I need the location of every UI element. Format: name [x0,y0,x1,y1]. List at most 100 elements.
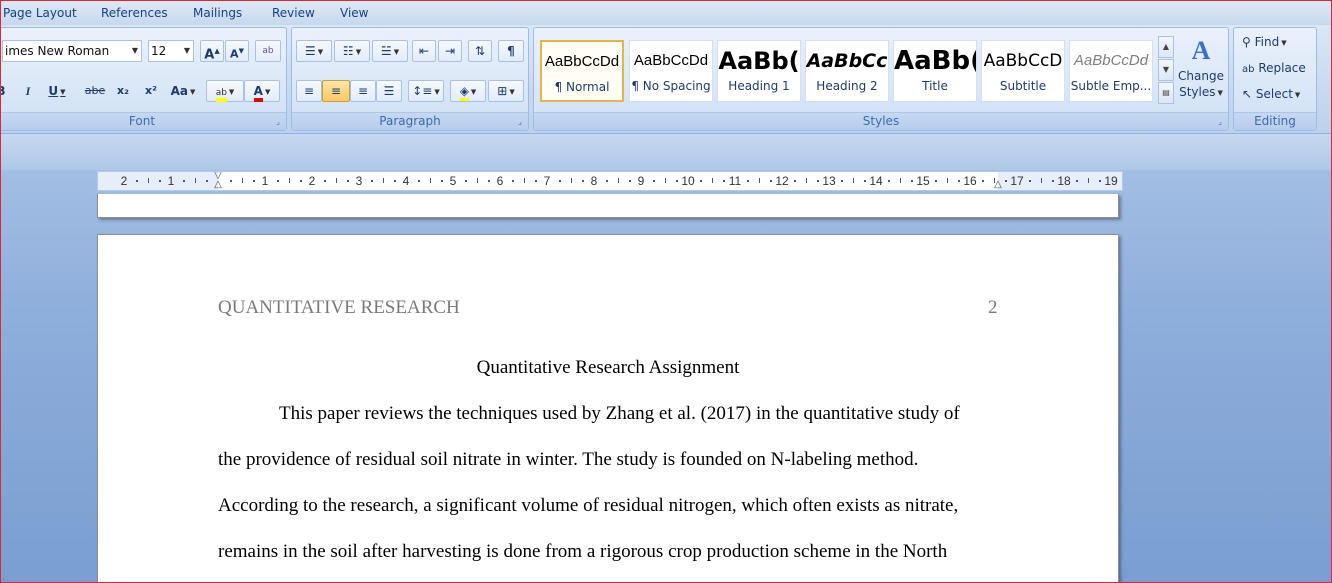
body-line-2: the providence of residual soil nitrate … [218,449,919,470]
underline-button[interactable]: U ▼ [42,80,72,102]
show-marks-button[interactable]: ¶ [498,40,524,62]
sort-button[interactable]: ⇅ [468,40,492,62]
ruler-number: 16 [963,174,977,188]
find-button[interactable]: ⚲ Find ▼ [1242,32,1287,52]
word-window: Page Layout References Mailings Review V… [0,0,1332,583]
chevron-down-icon[interactable]: ▼ [471,88,476,96]
dialog-launcher-icon[interactable]: ⌟ [515,117,525,127]
chevron-down-icon[interactable]: ▼ [356,48,361,56]
ruler-number: 6 [496,174,504,188]
borders-button[interactable]: ⊞ ▼ [488,80,524,102]
style-sample: AaBb( [718,47,800,75]
italic-button[interactable]: I [18,80,38,102]
find-label: Find [1254,35,1280,49]
font-name-combo[interactable]: imes New Roman ▼ [2,40,142,62]
chevron-down-icon[interactable]: ▼ [394,48,399,56]
tab-review[interactable]: Review [272,4,315,22]
style-title[interactable]: AaBb( Title [893,40,977,102]
chevron-down-icon[interactable]: ▼ [132,41,138,61]
shading-button[interactable]: ◈ ▼ [450,80,486,102]
bullet-list-icon: ☰ [304,44,316,58]
ruler-tick [230,180,232,182]
grow-font-button[interactable]: A▲ [200,40,224,62]
ruler-tick [512,180,514,182]
subscript-button[interactable]: x₂ [110,80,136,102]
increase-indent-button[interactable]: ⇥ [438,40,462,62]
tab-page-layout[interactable]: Page Layout [3,4,77,22]
change-styles-button[interactable]: A Change Styles ▼ [1176,34,1226,114]
line-spacing-button[interactable]: ↕≡ ▼ [408,80,444,102]
change-case-button[interactable]: Aa ▼ [166,80,200,102]
font-size-combo[interactable]: 12 ▼ [148,40,194,62]
ruler-tick [947,178,948,183]
style-name: ¶ No Spacing [631,79,711,93]
chevron-down-icon[interactable]: ▼ [1295,91,1300,99]
right-indent-marker[interactable]: △ [992,180,1004,190]
ruler-tick [817,180,819,182]
previous-page-bottom [97,194,1119,218]
style-sample: AaBbCcDd [1073,52,1149,69]
ruler-number: 9 [637,174,645,188]
style-subtle-emphasis[interactable]: AaBbCcDd Subtle Emp... [1069,40,1153,102]
bold-button[interactable]: B [1,80,10,102]
styles-group: AaBbCcDd ¶ Normal AaBbCcDd ¶ No Spacing … [533,27,1229,131]
document-page[interactable]: QUANTITATIVE RESEARCH 2 Quantitative Res… [97,234,1119,582]
horizontal-ruler[interactable]: 2 1 1 2 3 4 5 6 7 8 9 10 11 12 13 14 15 16 17 18 19 ▽ △ △ [97,171,1123,191]
chevron-down-icon[interactable]: ▼ [265,88,270,96]
ribbon-tab-bar: Page Layout References Mailings Review V… [1,1,1331,25]
align-left-button[interactable]: ≡ [296,80,322,102]
ruler-tick [582,180,584,182]
chevron-down-icon[interactable]: ▼ [60,88,65,96]
ruler-tick [770,180,772,182]
dialog-launcher-icon[interactable]: ⌟ [273,117,283,127]
tab-references[interactable]: References [101,4,168,22]
select-button[interactable]: ↖ Select ▼ [1242,84,1300,104]
highlighter-icon: ab [215,88,227,102]
ruler-tick [864,180,866,182]
style-subtitle[interactable]: AaBbCcD Subtitle [981,40,1065,102]
chevron-down-icon[interactable]: ▼ [229,88,234,96]
chevron-down-icon[interactable]: ▼ [190,88,195,96]
style-heading-2[interactable]: AaBbCc Heading 2 [805,40,889,102]
clear-formatting-icon: ab [262,46,274,56]
gallery-more-button[interactable]: ▤ [1158,82,1174,104]
style-heading-1[interactable]: AaBb( Heading 1 [717,40,801,102]
style-no-spacing[interactable]: AaBbCcDd ¶ No Spacing [629,40,713,102]
style-normal[interactable]: AaBbCcDd ¶ Normal [540,40,624,102]
tab-mailings[interactable]: Mailings [193,4,242,22]
multilevel-list-button[interactable]: ☱ ▼ [372,40,408,62]
align-right-button[interactable]: ≡ [350,80,376,102]
dialog-launcher-icon[interactable]: ⌟ [1215,117,1225,127]
shrink-font-button[interactable]: A▼ [225,40,249,62]
gallery-scroll-down-button[interactable]: ▼ [1158,59,1174,81]
chevron-down-icon[interactable]: ▼ [509,88,514,96]
chevron-down-icon[interactable]: ▼ [434,88,439,96]
ruler-tick [159,180,161,182]
clear-formatting-button[interactable]: ab [255,40,281,62]
hanging-indent-marker[interactable]: △ [212,180,224,190]
style-name: ¶ Normal [554,80,610,94]
chevron-down-icon[interactable]: ▼ [318,48,323,56]
gallery-scroll-up-button[interactable]: ▲ [1158,36,1174,58]
ruler-tick [195,178,196,183]
align-center-button[interactable]: ≡ [322,80,350,102]
ruler-number: 1 [261,174,269,188]
chevron-down-icon[interactable]: ▼ [1281,39,1286,47]
highlight-button[interactable]: ab ▼ [206,80,244,102]
chevron-down-icon[interactable]: ▼ [184,41,190,61]
justify-button[interactable]: ☰ [376,80,402,102]
ruler-tick [900,178,901,183]
superscript-button[interactable]: x² [138,80,164,102]
numbering-button[interactable]: ☷ ▼ [334,40,370,62]
bullets-button[interactable]: ☰ ▼ [296,40,332,62]
font-color-button[interactable]: A ▼ [244,80,280,102]
ruler-number: 7 [543,174,551,188]
replace-button[interactable]: ab Replace [1242,58,1306,78]
decrease-indent-button[interactable]: ⇤ [412,40,436,62]
ruler-tick [253,180,255,182]
ruler-tick [911,180,913,182]
tab-view[interactable]: View [340,4,368,22]
body-line-3: According to the research, a significant… [218,495,959,516]
strikethrough-button[interactable]: abe [82,80,108,102]
chevron-down-icon[interactable]: ▼ [1218,89,1223,97]
